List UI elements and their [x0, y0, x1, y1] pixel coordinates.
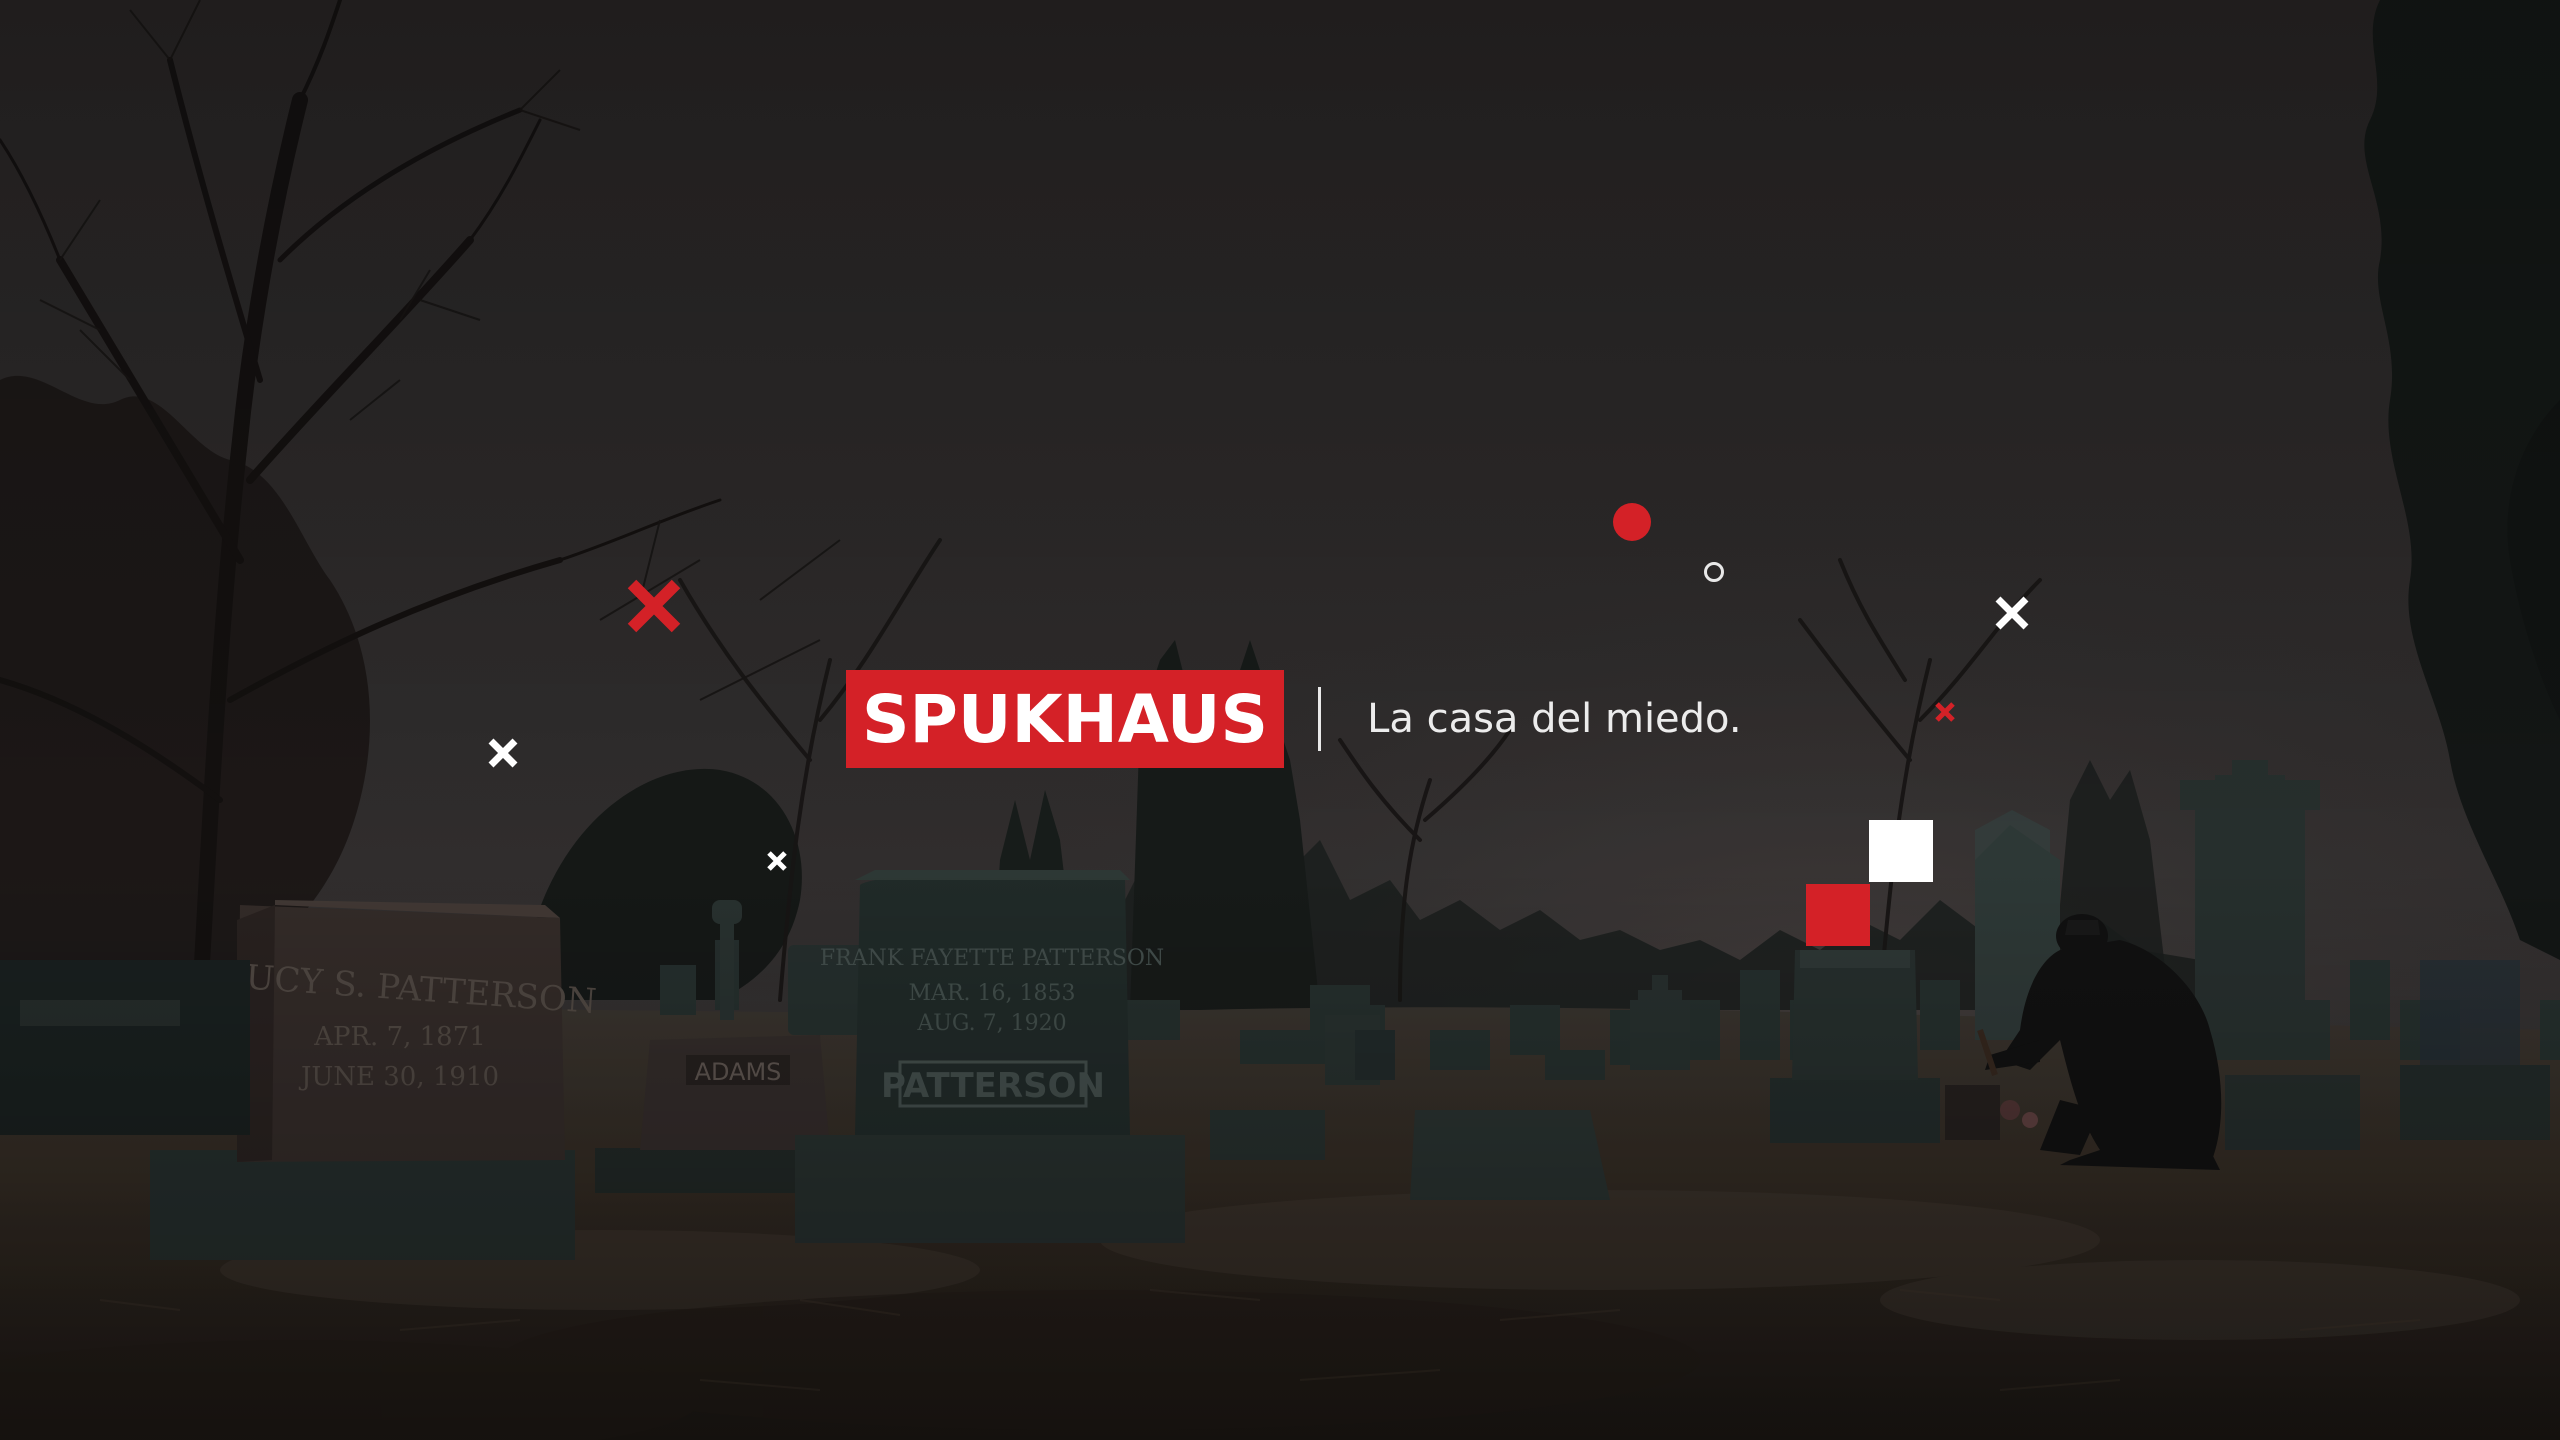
hollow-circle-icon — [1704, 562, 1724, 582]
title-lockup: SPUKHAUS La casa del miedo. — [846, 669, 1742, 769]
red-dot-icon — [1613, 503, 1651, 541]
slide: LUCY S. PATTERSON APR. 7, 1871 JUNE 30, … — [0, 0, 2560, 1440]
red-x-small-icon — [1935, 702, 1955, 722]
red-x-large-icon — [627, 579, 681, 633]
brand-tagline: La casa del miedo. — [1367, 696, 1742, 742]
white-x-left-icon — [488, 738, 518, 768]
title-divider — [1318, 687, 1322, 751]
white-x-right-icon — [1995, 596, 2029, 630]
white-square-icon — [1869, 820, 1933, 882]
white-x-small-icon — [767, 851, 787, 871]
red-square-icon — [1806, 884, 1870, 946]
brand-name: SPUKHAUS — [862, 680, 1269, 758]
brand-badge: SPUKHAUS — [846, 670, 1285, 768]
